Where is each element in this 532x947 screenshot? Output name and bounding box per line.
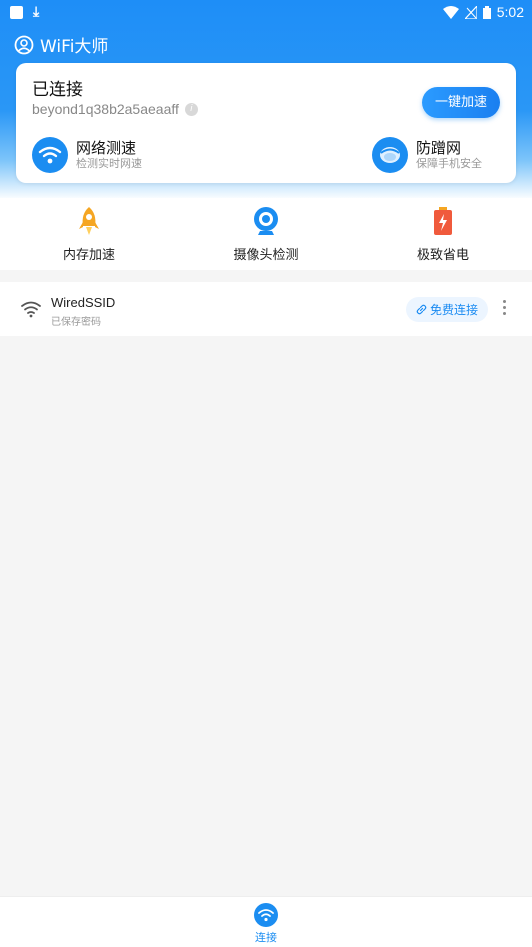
tools-row: 内存加速 摄像头检测 极致省电 <box>0 198 532 270</box>
tool-label: 摄像头检测 <box>233 248 299 263</box>
download-icon: ⤓ <box>33 4 40 20</box>
app-title: WiFi大师 <box>40 37 109 57</box>
feature-title: 网络测速 <box>76 139 137 157</box>
tool-memory-boost[interactable]: 内存加速 <box>29 204 149 263</box>
camera-icon <box>206 204 326 238</box>
feature-subtitle: 检测实时网速 <box>76 157 142 170</box>
feature-subtitle: 保障手机安全 <box>416 157 482 170</box>
anti-leech-feature[interactable]: 防蹭网 保障手机安全 <box>372 137 482 173</box>
wifi-speed-icon <box>32 137 68 173</box>
connected-ssid: beyond1q38b2a5aeaaff <box>32 101 179 117</box>
app-title-row[interactable]: WiFi大师 <box>14 32 108 57</box>
wifi-icon <box>21 301 41 318</box>
notification-square-icon <box>10 5 23 19</box>
tool-label: 极致省电 <box>416 248 469 263</box>
nav-label: 连接 <box>255 931 277 944</box>
tool-power-saving[interactable]: 极致省电 <box>383 204 503 263</box>
feature-title: 防蹭网 <box>416 139 462 157</box>
wifi-signal-icon <box>442 5 459 19</box>
rocket-icon <box>29 204 149 238</box>
tool-camera-detect[interactable]: 摄像头检测 <box>206 204 326 263</box>
bottom-nav: 连接 <box>0 896 532 947</box>
battery-status-icon <box>482 5 491 19</box>
free-connect-button[interactable]: 免费连接 <box>406 297 488 322</box>
wifi-subtitle: 已保存密码 <box>51 317 101 328</box>
speed-test-feature[interactable]: 网络测速 检测实时网速 <box>32 137 142 173</box>
status-time: 5:02 <box>496 4 524 20</box>
one-click-boost-button[interactable]: 一键加速 <box>422 87 500 118</box>
cellular-signal-icon <box>464 5 477 19</box>
wifi-name: WiredSSID <box>51 295 116 310</box>
more-options-icon[interactable] <box>503 300 506 315</box>
battery-icon <box>383 204 503 238</box>
info-icon[interactable]: i <box>184 102 198 116</box>
status-bar: ⤓ 5:02 <box>0 0 532 24</box>
connection-status: 已连接 <box>32 80 83 100</box>
free-connect-label: 免费连接 <box>429 303 478 317</box>
nav-item-connect[interactable]: 连接 <box>246 903 286 945</box>
link-icon <box>416 304 427 315</box>
shield-icon <box>372 137 408 173</box>
tool-label: 内存加速 <box>62 248 115 263</box>
wifi-list: WiredSSID 已保存密码 免费连接 <box>0 282 532 336</box>
list-item[interactable]: WiredSSID 已保存密码 免费连接 <box>0 282 532 336</box>
connection-card: 已连接 beyond1q38b2a5aeaaff i 一键加速 网络测速 检测实… <box>16 63 516 183</box>
wifi-nav-icon <box>254 903 278 927</box>
connected-ssid-row: beyond1q38b2a5aeaaff i <box>32 101 198 117</box>
user-avatar-icon[interactable] <box>14 35 34 55</box>
